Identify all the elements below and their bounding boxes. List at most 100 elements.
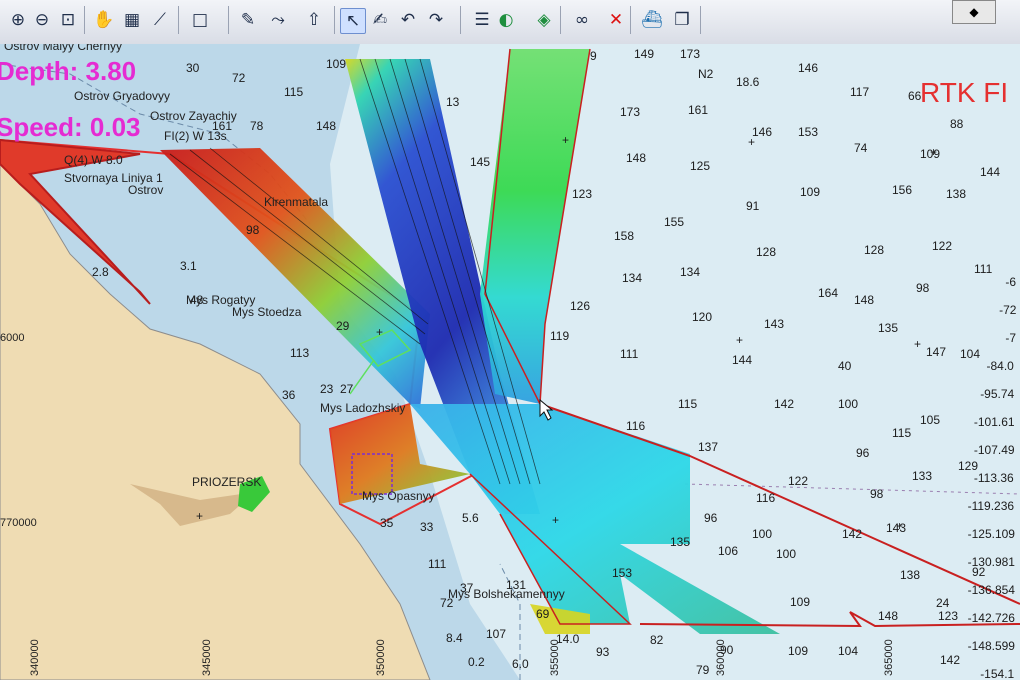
depth-sounding: 128 xyxy=(756,245,776,259)
edit-icon[interactable]: ✍ xyxy=(368,8,392,32)
select-pointer-icon[interactable]: ↖ xyxy=(340,8,366,34)
toolbar-separator xyxy=(178,6,179,34)
position-mark: + xyxy=(748,135,755,149)
depth-scale-label: -6 xyxy=(1005,275,1016,289)
depth-sounding: 116 xyxy=(756,491,775,505)
axis-label-bottom: 340000 xyxy=(29,639,41,676)
depth-sounding: 122 xyxy=(932,239,952,253)
depth-sounding: 142 xyxy=(774,397,794,411)
depth-sounding: 115 xyxy=(892,426,911,440)
depth-sounding: 40 xyxy=(838,359,852,373)
delete-icon[interactable]: ✕ xyxy=(604,8,628,32)
depth-sounding: 147 xyxy=(926,345,946,359)
depth-sounding: 9 xyxy=(590,49,597,63)
depth-sounding: 153 xyxy=(612,566,632,580)
depth-sounding: 148 xyxy=(878,609,898,623)
depth-sounding: 138 xyxy=(900,568,920,582)
depth-sounding: 111 xyxy=(974,262,993,276)
position-mark: + xyxy=(562,133,569,147)
layers-icon[interactable]: ☰ xyxy=(470,8,494,32)
zoom-in-icon[interactable]: ⊕ xyxy=(6,8,30,32)
rectangle-icon[interactable]: □ xyxy=(188,8,212,32)
chart-canvas[interactable]: 3072115148109131459 149 173N218.6146117 668… xyxy=(0,44,1020,680)
zoom-window-icon[interactable]: ⊡ xyxy=(56,8,80,32)
windows-icon[interactable]: ❐ xyxy=(670,8,694,32)
place-label: Ostrov xyxy=(128,183,163,197)
depth-sounding: 135 xyxy=(670,535,690,549)
depth-sounding: 3.1 xyxy=(180,259,197,273)
depth-sounding: 93 xyxy=(596,645,610,659)
depth-sounding: 164 xyxy=(818,286,838,300)
depth-sounding: 156 xyxy=(892,183,912,197)
depth-sounding: 142 xyxy=(842,527,862,541)
depth-sounding: 137 xyxy=(698,440,718,454)
depth-sounding: 117 xyxy=(850,85,869,99)
depth-sounding: 98 xyxy=(916,281,930,295)
depth-scale-label: -72 xyxy=(999,303,1017,317)
color-map-icon[interactable]: ◈ xyxy=(532,8,556,32)
nautical-chart-view[interactable]: 30 72 115 148 109 13 145 9 149 173 N2 18.6 146 117 66 8… xyxy=(0,44,1020,680)
undo-icon[interactable]: ↶ xyxy=(396,8,420,32)
depth-sounding: 138 xyxy=(946,187,966,201)
place-label: Ostrov Malyy Chernyy xyxy=(4,44,122,53)
rtk-status: RTK FI xyxy=(920,77,1008,108)
depth-sounding: 74 xyxy=(854,141,868,155)
depth-scale-label: -125.109 xyxy=(968,527,1016,541)
route-icon[interactable]: ⤳ xyxy=(266,8,290,32)
depth-scale-label: -7 xyxy=(1005,331,1016,345)
depth-sounding: 144 xyxy=(732,353,752,367)
color-palette-icon[interactable]: ◐ xyxy=(494,8,518,32)
depth-sounding: 155 xyxy=(664,215,684,229)
depth-sounding: 96 xyxy=(856,446,870,460)
place-label: Mys Stoedza xyxy=(232,305,302,319)
chart-icon[interactable]: ▦ xyxy=(120,8,144,32)
depth-scale-label: -142.726 xyxy=(968,611,1016,625)
position-mark: + xyxy=(736,333,743,347)
depth-sounding: 78 xyxy=(250,119,264,133)
place-label: Ostrov Zayachiy xyxy=(150,109,237,123)
depth-sounding: 120 xyxy=(692,310,712,324)
depth-sounding: 148 xyxy=(626,151,646,165)
vessel-icon[interactable]: ⛴ xyxy=(640,8,664,32)
position-mark: + xyxy=(196,509,203,523)
depth-scale-label: -136.854 xyxy=(968,583,1016,597)
place-label: Q(4) W 8.0 xyxy=(64,153,123,167)
depth-sounding: 125 xyxy=(690,159,710,173)
speed-readout: Speed: 0.03 xyxy=(0,112,141,142)
place-label: PRIOZERSK xyxy=(192,475,261,489)
depth-sounding: 115 xyxy=(678,397,697,411)
depth-sounding: 8.4 xyxy=(446,631,463,645)
depth-sounding: 104 xyxy=(838,644,858,658)
zoom-out-icon[interactable]: ⊖ xyxy=(30,8,54,32)
depth-sounding: 123 xyxy=(572,187,592,201)
place-label: Mys Bolshekamennyy xyxy=(448,587,565,601)
place-label: Ostrov Gryadovyy xyxy=(74,89,170,103)
depth-sounding: 72 xyxy=(232,71,246,85)
depth-sounding: 27 xyxy=(340,382,354,396)
measure-icon[interactable]: ⟋ xyxy=(148,8,172,32)
depth-sounding: 111 xyxy=(620,347,639,361)
axis-label-bottom: 355000 xyxy=(549,639,561,676)
axis-label-bottom: 360000 xyxy=(715,639,727,676)
north-up-icon[interactable]: ⇧ xyxy=(302,8,326,32)
depth-sounding: 100 xyxy=(752,527,772,541)
depth-sounding: 144 xyxy=(980,165,1000,179)
axis-label-bottom: 345000 xyxy=(201,639,213,676)
depth-sounding: 161 xyxy=(688,103,708,117)
depth-sounding: 69 xyxy=(536,607,550,621)
track-icon[interactable]: ∞ xyxy=(570,8,594,32)
window-control-button[interactable]: ◆ xyxy=(952,0,996,24)
depth-sounding: 143 xyxy=(764,317,784,331)
depth-sounding: 173 xyxy=(680,47,700,61)
depth-sounding: 98 xyxy=(870,487,884,501)
depth-sounding: 134 xyxy=(622,271,642,285)
redo-icon[interactable]: ↷ xyxy=(424,8,448,32)
depth-sounding: 148 xyxy=(316,119,336,133)
depth-sounding: 128 xyxy=(864,243,884,257)
pencil-icon[interactable]: ✎ xyxy=(236,8,260,32)
depth-sounding: 104 xyxy=(960,347,980,361)
depth-scale-label: -119.236 xyxy=(968,499,1015,513)
depth-sounding: 30 xyxy=(186,61,200,75)
depth-sounding: 109 xyxy=(788,644,808,658)
pan-icon[interactable]: ✋ xyxy=(92,8,116,32)
